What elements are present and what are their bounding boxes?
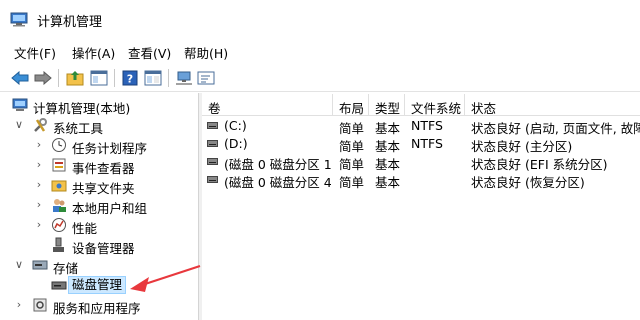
cell-type: 基本 — [375, 175, 401, 190]
toolbar-separator — [114, 69, 115, 87]
column-header-label: 文件系统 — [411, 101, 462, 116]
volume-icon — [207, 158, 218, 165]
tree-item-local-users[interactable]: › 本地用户和组 — [0, 195, 199, 216]
cell-volume: (C:) — [224, 118, 247, 133]
menu-view[interactable]: 查看(V) — [128, 43, 171, 62]
performance-icon — [52, 218, 66, 232]
cell-filesystem: NTFS — [411, 136, 443, 151]
tree-label-disk-management: 磁盘管理 — [68, 276, 127, 294]
cell-filesystem: NTFS — [411, 118, 443, 133]
tree-item-disk-management[interactable]: 磁盘管理 — [0, 275, 199, 295]
computer-management-icon — [10, 12, 28, 27]
tree-item-services-apps[interactable]: › 服务和应用程序 — [0, 295, 199, 316]
cell-volume: (D:) — [224, 136, 248, 151]
chevron-right-icon[interactable]: › — [33, 198, 45, 212]
tree-item-device-manager[interactable]: 设备管理器 — [0, 235, 199, 256]
shared-folder-icon — [51, 180, 67, 192]
column-header-label: 卷 — [208, 101, 221, 116]
toolbar-separator — [58, 69, 59, 87]
tree-item-storage[interactable]: ∨ 存储 — [0, 255, 199, 276]
chevron-right-icon[interactable]: › — [33, 218, 45, 232]
svg-text:?: ? — [127, 73, 133, 86]
window-title: 计算机管理 — [37, 15, 103, 30]
chevron-down-icon[interactable]: ∨ — [13, 118, 25, 132]
cell-status: 状态良好 (恢复分区) — [471, 175, 585, 190]
users-icon — [53, 199, 66, 212]
event-viewer-icon — [52, 158, 66, 172]
column-header-volume[interactable]: 卷 — [202, 94, 333, 116]
tools-icon — [34, 118, 47, 132]
tree-item-shared-folders[interactable]: › 共享文件夹 — [0, 175, 199, 196]
tree-item-task-scheduler[interactable]: › 任务计划程序 — [0, 135, 199, 156]
volume-list[interactable]: 卷 布局 类型 文件系统 状态 (C:) 简单 基本 NTFS 状态良好 (启动… — [202, 93, 640, 320]
volume-icon — [207, 140, 218, 147]
back-icon[interactable] — [10, 68, 30, 88]
toolbar-separator — [168, 69, 169, 87]
column-header-label: 类型 — [375, 101, 401, 116]
column-header-status[interactable]: 状态 — [465, 94, 640, 116]
connect-icon[interactable] — [174, 68, 194, 88]
chevron-right-icon[interactable]: › — [33, 138, 45, 152]
column-header-label: 状态 — [471, 101, 497, 116]
volume-icon — [207, 122, 218, 129]
disk-management-icon — [51, 281, 67, 290]
computer-management-icon — [12, 98, 28, 111]
chevron-right-icon[interactable]: › — [13, 298, 25, 312]
show-hide-tree-icon[interactable] — [89, 68, 109, 88]
console-icon[interactable] — [196, 68, 216, 88]
volume-icon — [207, 176, 218, 183]
storage-icon — [32, 260, 48, 270]
table-row[interactable]: (C:) 简单 基本 NTFS 状态良好 (启动, 页面文件, 故障转 — [202, 117, 640, 136]
toolbar: ? — [0, 64, 640, 92]
chevron-right-icon[interactable]: › — [33, 178, 45, 192]
title-bar: 计算机管理 — [0, 0, 640, 38]
column-header-filesystem[interactable]: 文件系统 — [405, 94, 465, 116]
menu-action[interactable]: 操作(A) — [72, 43, 115, 62]
table-row[interactable]: (D:) 简单 基本 NTFS 状态良好 (主分区) — [202, 135, 640, 154]
chevron-down-icon[interactable]: ∨ — [13, 258, 25, 272]
cell-layout: 简单 — [339, 175, 365, 190]
table-row[interactable]: (磁盘 0 磁盘分区 1) 简单 基本 状态良好 (EFI 系统分区) — [202, 153, 640, 172]
menu-file[interactable]: 文件(F) — [14, 43, 56, 62]
tree-label-services-apps: 服务和应用程序 — [53, 301, 141, 316]
clock-icon — [52, 138, 66, 152]
menu-bar: 文件(F) 操作(A) 查看(V) 帮助(H) — [0, 38, 640, 64]
tree-item-root[interactable]: 计算机管理(本地) — [0, 95, 199, 116]
device-manager-icon — [53, 237, 64, 252]
column-header-type[interactable]: 类型 — [369, 94, 405, 116]
menu-help[interactable]: 帮助(H) — [184, 43, 228, 62]
forward-icon[interactable] — [33, 68, 53, 88]
chevron-right-icon[interactable]: › — [33, 158, 45, 172]
tree-item-event-viewer[interactable]: › 事件查看器 — [0, 155, 199, 176]
services-icon — [33, 298, 47, 312]
properties-icon[interactable] — [143, 68, 163, 88]
column-header-label: 布局 — [339, 101, 365, 116]
tree-item-system-tools[interactable]: ∨ 系统工具 — [0, 115, 199, 136]
help-icon[interactable]: ? — [120, 68, 140, 88]
tree-item-performance[interactable]: › 性能 — [0, 215, 199, 236]
console-tree[interactable]: 计算机管理(本地) ∨ 系统工具 › 任务计划程序 › 事件查看器 › 共享文件… — [0, 93, 199, 320]
table-row[interactable]: (磁盘 0 磁盘分区 4) 简单 基本 状态良好 (恢复分区) — [202, 171, 640, 190]
cell-volume: (磁盘 0 磁盘分区 4) — [224, 175, 332, 190]
up-folder-icon[interactable] — [65, 68, 85, 88]
column-header-layout[interactable]: 布局 — [333, 94, 369, 116]
